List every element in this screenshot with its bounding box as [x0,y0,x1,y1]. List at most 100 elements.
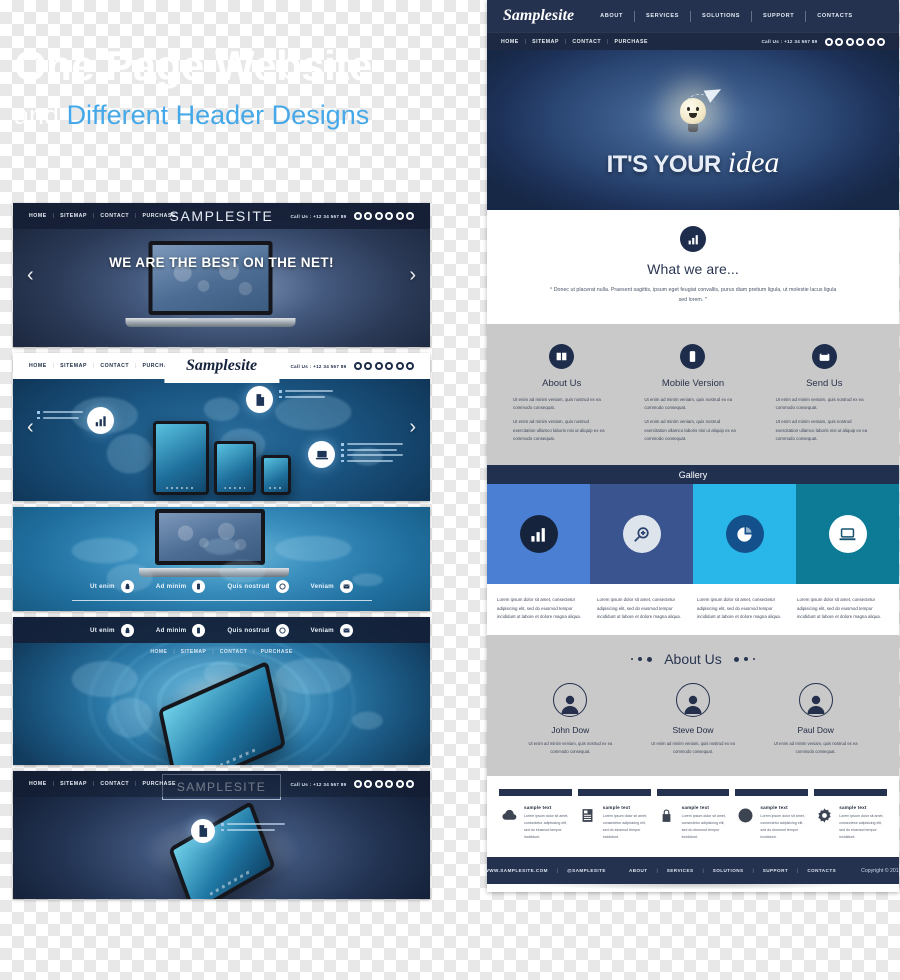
social-mail-icon[interactable] [406,362,414,370]
nav-item-about[interactable]: ABOUT [600,13,623,19]
social-linkedin-icon[interactable] [856,37,864,46]
gallery-tile-bar-chart[interactable] [487,484,590,585]
social-mail-icon[interactable] [406,212,414,220]
social-facebook-icon[interactable] [353,362,362,370]
nav-item-contact[interactable]: CONTACT [100,213,129,219]
nav-item-sitemap[interactable]: SITEMAP [60,213,87,219]
icon-nav-item-veniam[interactable]: Veniam [311,579,353,593]
carousel-next-icon[interactable]: › [409,417,416,437]
what-we-are-text: “ Donec ut placerat nulla. Praesent sagi… [548,286,838,306]
footer-copyright: Copyright © 2013 [861,867,900,874]
icon-nav-item-ut-enim[interactable]: Ut enim [90,623,134,637]
nav-item-purchase[interactable]: PURCHASE [142,213,176,219]
social-twitter-icon[interactable] [364,362,372,370]
footer-separator: | [656,868,658,873]
nav-item-purchase[interactable]: PURCHASE [142,781,176,787]
footer-link-support[interactable]: SUPPORT [763,868,788,873]
feature-accent-bar [656,789,730,796]
social-google-icon[interactable] [845,37,854,46]
icon-nav-item-quis-nostrud[interactable]: Quis nostrud [227,579,289,593]
hero-title: IT'S YOUR idea [487,146,899,180]
social-mail-icon[interactable] [406,780,414,788]
badge-laptop[interactable] [308,441,335,468]
social-facebook-icon[interactable] [353,212,362,220]
nav-item-purchase[interactable]: PURCHASE [614,39,648,45]
social-linkedin-icon[interactable] [385,212,393,220]
nav-item-sitemap[interactable]: SITEMAP [60,363,87,369]
social-rss-icon[interactable] [395,362,404,370]
nav-item-contact[interactable]: CONTACT [100,781,129,787]
team-list: John Dow Ut enim ad minim veniam, quis n… [487,683,899,756]
social-mail-icon[interactable] [877,37,885,46]
social-rss-icon[interactable] [395,780,404,788]
feature-accent-bar [735,789,809,796]
badge-document[interactable] [246,386,273,413]
nav-item-contact[interactable]: CONTACT [100,363,129,369]
gallery-tile-laptop[interactable] [796,484,899,585]
social-google-icon[interactable] [374,212,383,220]
badge-bar-chart[interactable] [87,407,114,434]
social-twitter-icon[interactable] [364,780,372,788]
footer-link-about[interactable]: ABOUT [629,868,648,873]
tablet-tilted-illustration [167,800,276,899]
team-member-steve-dow: Steve Dow Ut enim ad minim veniam, quis … [632,683,755,756]
footer-handle[interactable]: @SAMPLESITE [567,868,606,873]
gallery-tile-zoom-in[interactable] [590,484,693,585]
nav-item-home[interactable]: HOME [501,39,519,45]
social-facebook-icon[interactable] [824,37,833,46]
nav-item-sitemap[interactable]: SITEMAP [532,39,559,45]
social-icons[interactable] [353,780,414,788]
social-facebook-icon[interactable] [353,780,362,788]
nav-item-contacts[interactable]: CONTACTS [817,13,852,19]
tablet-small [260,455,291,495]
nav-separator: | [524,38,527,45]
icon-nav-item-ad-minim[interactable]: Ad minim [156,579,206,593]
hero-banner: IT'S YOUR idea [487,50,899,210]
social-icons[interactable] [353,362,414,370]
nav-item-services[interactable]: SERVICES [646,13,679,19]
icon-nav-item-quis-nostrud[interactable]: Quis nostrud [227,623,289,637]
nav-item-purchase[interactable]: PURCHASE [261,649,293,655]
social-linkedin-icon[interactable] [385,780,393,788]
nav-item-solutions[interactable]: SOLUTIONS [702,13,740,19]
footer-separator: | [702,868,704,873]
nav-item-home[interactable]: HOME [29,213,47,219]
social-icons[interactable] [824,37,885,46]
footer-site-url[interactable]: WWW.SAMPLESITE.COM [484,868,547,873]
site-logo[interactable]: Samplesite [503,7,574,25]
nav-item-support[interactable]: SUPPORT [763,13,794,19]
icon-nav-item-veniam[interactable]: Veniam [311,623,353,637]
icon-nav-item-ut-enim[interactable]: Ut enim [90,579,134,593]
header3-icon-nav: Ut enim Ad minim Quis nostrud Veniam [13,579,430,601]
nav-item-home[interactable]: HOME [29,363,47,369]
nav-item-sitemap[interactable]: SITEMAP [181,649,207,655]
social-google-icon[interactable] [374,780,383,788]
gallery-tile-pie-chart[interactable] [693,484,796,585]
social-twitter-icon[interactable] [835,37,843,46]
nav-item-contact[interactable]: CONTACT [572,39,601,45]
feature-text: Lorem ipsum dolor sit amet, consectetur … [839,814,884,839]
header-variant-icon-nav-bottom: Ut enim Ad minim Quis nostrud Veniam [13,507,430,611]
social-icons[interactable] [353,212,414,220]
carousel-next-icon[interactable]: › [409,265,416,285]
footer-link-contacts[interactable]: CONTACTS [807,868,836,873]
feature-card-server: sample text Lorem ipsum dolor sit amet, c… [577,789,651,841]
document-icon [256,393,264,406]
social-twitter-icon[interactable] [364,212,372,220]
footer-link-services[interactable]: SERVICES [667,868,694,873]
nav-separator: | [135,213,137,219]
carousel-prev-icon[interactable]: ‹ [27,265,34,285]
nav-item-sitemap[interactable]: SITEMAP [60,781,87,787]
social-rss-icon[interactable] [866,37,875,46]
nav-item-home[interactable]: HOME [29,781,47,787]
carousel-prev-icon[interactable]: ‹ [27,417,34,437]
footer-link-solutions[interactable]: SOLUTIONS [713,868,744,873]
nav-item-contact[interactable]: CONTACT [220,649,248,655]
social-rss-icon[interactable] [395,212,404,220]
nav-separator: | [212,649,214,655]
badge-document[interactable] [191,819,215,843]
nav-item-home[interactable]: HOME [150,649,167,655]
social-google-icon[interactable] [374,362,383,370]
icon-nav-item-ad-minim[interactable]: Ad minim [156,623,206,637]
social-linkedin-icon[interactable] [385,362,393,370]
